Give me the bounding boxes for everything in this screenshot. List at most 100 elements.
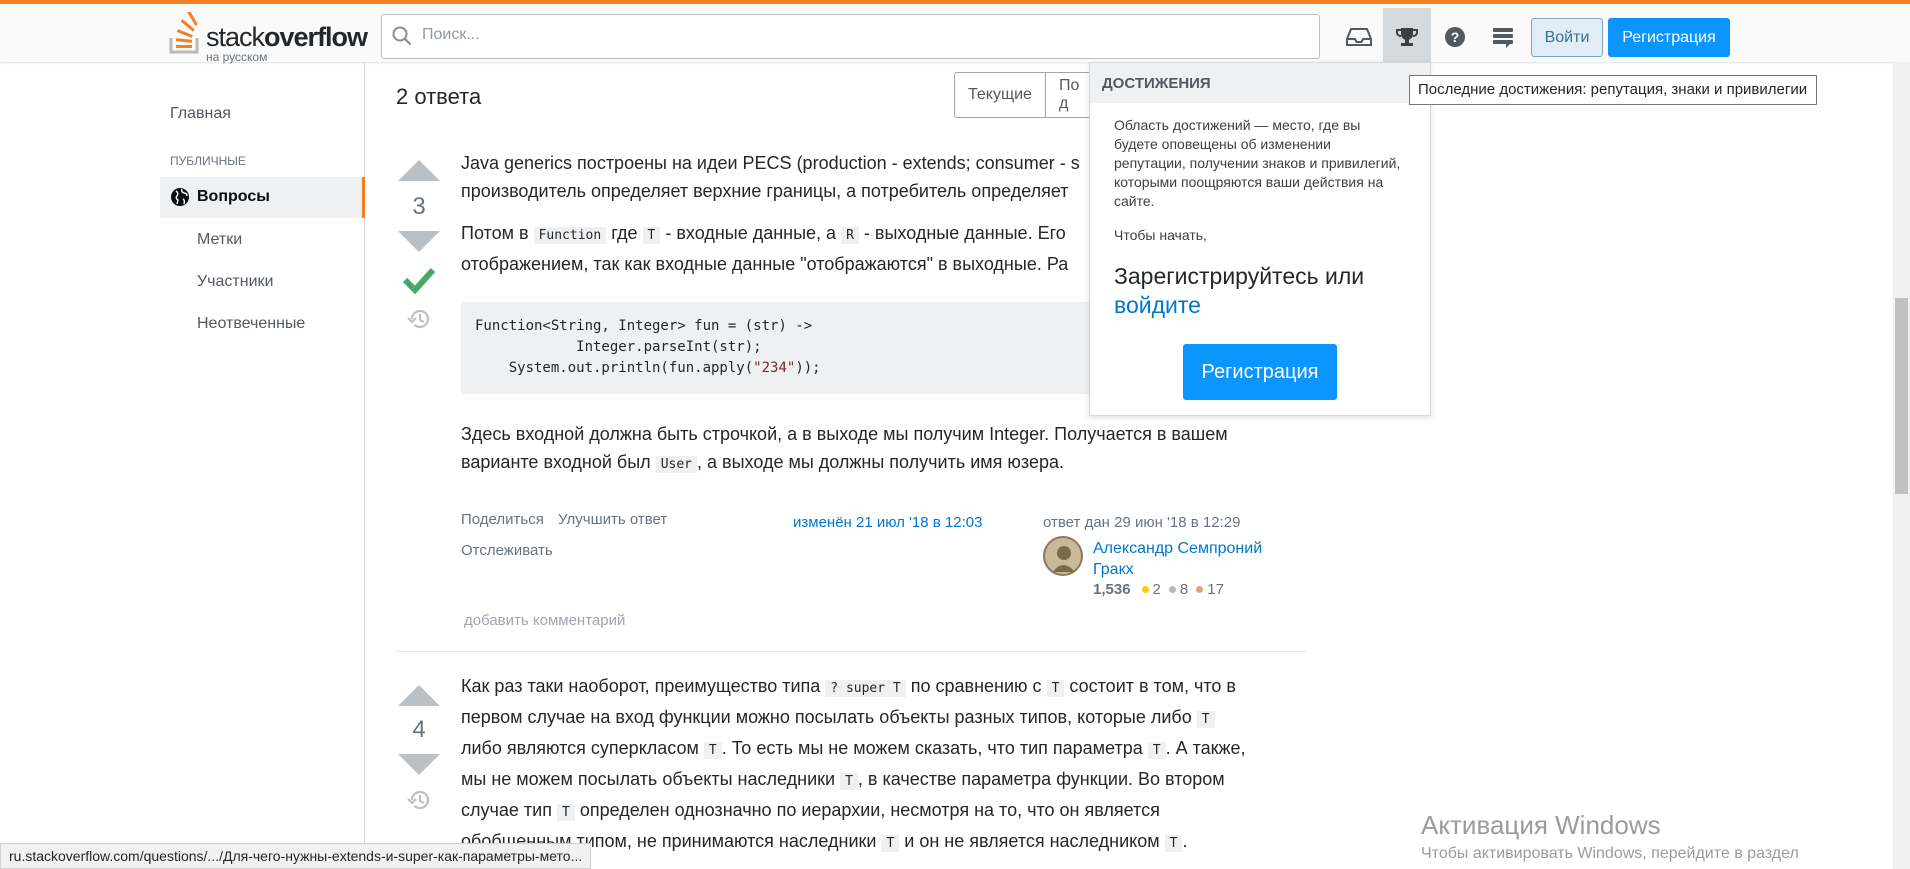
achievements-popover: ДОСТИЖЕНИЯ Область достижений — место, г… [1089, 62, 1431, 416]
upvote-button[interactable] [398, 160, 440, 181]
browser-status-url: ru.stackoverflow.com/questions/.../Для-ч… [0, 843, 592, 869]
history-icon[interactable] [407, 789, 431, 811]
achievements-tooltip: Последние достижения: репутация, знаки и… [1409, 75, 1817, 105]
answer-body-2: Как раз таки наоборот, преимущество типа… [461, 672, 1307, 869]
login-button[interactable]: Войти [1531, 18, 1603, 57]
answer-text: , а выходе мы должны получить имя юзера. [697, 452, 1064, 472]
sidebar-item-tags[interactable]: Метки [197, 231, 242, 249]
share-link[interactable]: Поделиться [461, 511, 544, 528]
inline-code: T [1164, 835, 1183, 852]
sidebar-item-questions[interactable]: Вопросы [160, 177, 365, 218]
inbox-icon [1346, 28, 1372, 46]
answer-text: случае тип [461, 800, 552, 820]
add-comment-link[interactable]: добавить комментарий [464, 612, 625, 629]
answer-text: Здесь входной должна быть строчкой, а в … [461, 424, 1228, 444]
code-line: System.out.println(fun.apply( [475, 360, 754, 376]
author-name-link[interactable]: Александр Семпроний Гракх [1093, 538, 1283, 580]
site-switcher-button[interactable] [1479, 8, 1527, 66]
answer-text: варианте входной был [461, 452, 651, 472]
activation-title: Активация Windows [1421, 810, 1661, 840]
answered-timestamp: ответ дан 29 июн '18 в 12:29 [1043, 514, 1241, 531]
answer-sort-tabs: Текущие По д [954, 72, 1101, 118]
downvote-button[interactable] [398, 231, 440, 252]
site-logo[interactable]: stackoverflow на русском [168, 12, 368, 64]
inline-code: T [556, 804, 575, 821]
answer-text: первом случае на вход функции можно посы… [461, 707, 1192, 727]
trophy-icon [1396, 28, 1418, 46]
popover-description: Область достижений — место, где вы будет… [1114, 117, 1401, 209]
sidebar-section-public: ПУБЛИЧНЫЕ [170, 154, 246, 168]
stack-logo-icon [169, 12, 199, 54]
sidebar-item-users[interactable]: Участники [197, 273, 273, 291]
history-icon[interactable] [407, 308, 431, 330]
follow-link[interactable]: Отслеживать [461, 542, 553, 559]
vote-cell-1: 3 [398, 160, 440, 330]
search-input[interactable] [422, 26, 1302, 44]
answer-text: - выходные данные. Его [863, 223, 1066, 243]
answer-text: Java generics построены на идеи PECS (pr… [461, 153, 1080, 173]
answer-text: мы не можем посылать объекты наследники [461, 769, 836, 789]
popover-cta-text: Зарегистрируйтесь или [1114, 263, 1365, 289]
code-line: Function<String, Integer> fun = (str) -> [475, 318, 813, 334]
top-bar: stackoverflow на русском ? [0, 0, 1910, 66]
inline-code: User [655, 456, 698, 473]
achievements-button[interactable] [1383, 8, 1431, 66]
globe-icon [171, 188, 189, 206]
answer-text: - входные данные, а [665, 223, 837, 243]
signup-button[interactable]: Регистрация [1608, 18, 1730, 57]
help-button[interactable]: ? [1431, 8, 1479, 66]
gold-badge-icon [1141, 586, 1149, 593]
answer-text: Как раз таки наоборот, преимущество типа [461, 676, 821, 696]
answer-text: , в качестве параметра функции. Во второ… [857, 769, 1225, 789]
vote-score: 4 [412, 716, 426, 743]
edited-timestamp-link[interactable]: изменён 21 июл '18 в 12:03 [793, 514, 982, 531]
answer-text: . [1182, 831, 1188, 851]
inline-code: T [1147, 742, 1166, 759]
user-avatar-icon [1043, 536, 1083, 576]
popover-title: ДОСТИЖЕНИЯ [1090, 63, 1430, 103]
sidebar-item-home[interactable]: Главная [170, 105, 231, 123]
page-scrollbar[interactable] [1893, 62, 1910, 869]
reputation-score: 1,536 [1093, 581, 1131, 598]
tab-current[interactable]: Текущие [955, 73, 1046, 117]
answer-paragraph: Здесь входной должна быть строчкой, а в … [461, 420, 1307, 479]
sidebar-item-unanswered[interactable]: Неотвеченные [197, 315, 305, 333]
answer-body-1-cont: Здесь входной должна быть строчкой, а в … [461, 420, 1307, 493]
answer-text: . А также, [1165, 738, 1246, 758]
improve-answer-link[interactable]: Улучшить ответ [558, 511, 667, 528]
code-string: "234" [753, 360, 796, 376]
inline-code: T [642, 227, 661, 244]
popover-cta: Зарегистрируйтесь или войдите [1114, 262, 1414, 320]
inline-code: T [703, 742, 722, 759]
downvote-button[interactable] [398, 754, 440, 775]
popover-start-text: Чтобы начать, [1114, 227, 1207, 243]
vote-score: 3 [412, 193, 426, 220]
scrollbar-thumb[interactable] [1895, 298, 1908, 494]
avatar[interactable] [1043, 536, 1083, 576]
search-box[interactable] [381, 14, 1320, 59]
answer-text: и он не является наследником [904, 831, 1160, 851]
silver-badge-icon [1168, 586, 1176, 593]
upvote-button[interactable] [398, 685, 440, 706]
answer-text: отображением, так как входные данные "от… [461, 254, 1069, 274]
answer-text: по сравнению с [910, 676, 1042, 696]
vote-cell-2: 4 [398, 685, 440, 811]
code-line: )); [795, 360, 821, 376]
search-icon [392, 26, 412, 46]
popover-signup-button[interactable]: Регистрация [1183, 344, 1337, 400]
answer-text: . То есть мы не можем сказать, что тип п… [721, 738, 1143, 758]
author-name-line: Гракх [1093, 561, 1134, 578]
sidebar-item-questions-label: Вопросы [197, 188, 270, 205]
answer-text: либо являются суперкласом [461, 738, 699, 758]
inline-code: R [841, 227, 859, 244]
popover-login-link[interactable]: войдите [1114, 292, 1201, 318]
inbox-button[interactable] [1335, 8, 1383, 66]
bronze-badge-icon [1196, 586, 1204, 593]
svg-text:?: ? [1451, 29, 1460, 45]
accepted-check-icon [402, 267, 436, 294]
inline-code: T [881, 835, 900, 852]
inline-code: Function [533, 227, 607, 244]
answers-count-title: 2 ответа [396, 84, 482, 109]
author-name-line: Александр Семпроний [1093, 540, 1263, 557]
silver-badge-count: 8 [1179, 581, 1189, 598]
